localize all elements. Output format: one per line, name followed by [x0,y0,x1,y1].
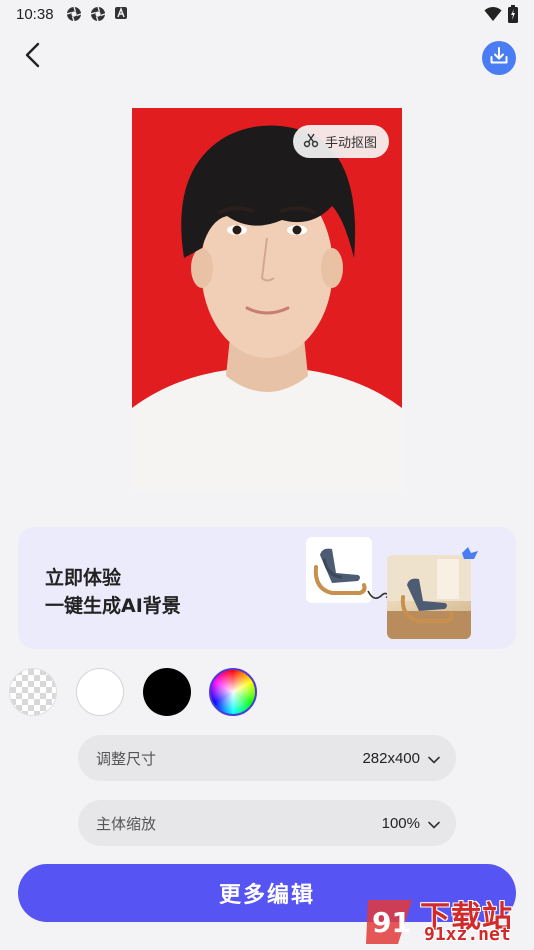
custom-color-swatch[interactable] [209,668,257,716]
status-bar: 10:38 [0,0,534,28]
back-button[interactable] [18,42,48,72]
id-photo-preview[interactable] [132,108,402,491]
manual-cutout-button[interactable]: 手动抠图 [293,125,390,158]
subject-scale-label: 主体缩放 [96,814,157,833]
adjust-size-dropdown[interactable]: 调整尺寸 282x400 [78,735,456,781]
banner-subtitle: 一键生成AI背景 [45,595,181,617]
subject-scale-value: 100% [381,814,420,832]
aperture-icon [90,6,106,22]
adjust-size-label: 调整尺寸 [96,749,157,768]
transparent-background-swatch[interactable] [9,668,57,716]
black-background-swatch[interactable] [143,668,191,716]
download-icon [488,45,510,71]
ai-background-banner[interactable]: 立即体验 一键生成AI背景 [18,527,516,649]
chair-before-thumbnail [306,537,372,603]
chevron-down-icon [428,814,440,833]
manual-cutout-label: 手动抠图 [325,136,378,151]
battery-charging-icon [508,5,518,27]
portrait-image [132,125,402,491]
watermark-logo-text: 91 [372,906,411,939]
scissors-icon [303,132,319,152]
chevron-down-icon [428,749,440,768]
status-right [484,5,518,27]
download-button[interactable] [482,41,516,75]
wifi-icon [484,6,502,26]
sparkle-icon [458,543,480,569]
aperture-icon [66,6,82,22]
chevron-left-icon [23,42,43,72]
banner-title: 立即体验 [45,567,122,589]
white-background-swatch[interactable] [76,668,124,716]
site-watermark: 91 下载站 91xz.net [362,890,534,950]
status-time: 10:38 [16,5,54,23]
subject-scale-dropdown[interactable]: 主体缩放 100% [78,800,456,846]
watermark-url: 91xz.net [424,924,511,945]
adjust-size-value: 282x400 [362,749,420,767]
watermark-logo: 91 [366,900,412,944]
a-badge-icon [114,6,130,22]
